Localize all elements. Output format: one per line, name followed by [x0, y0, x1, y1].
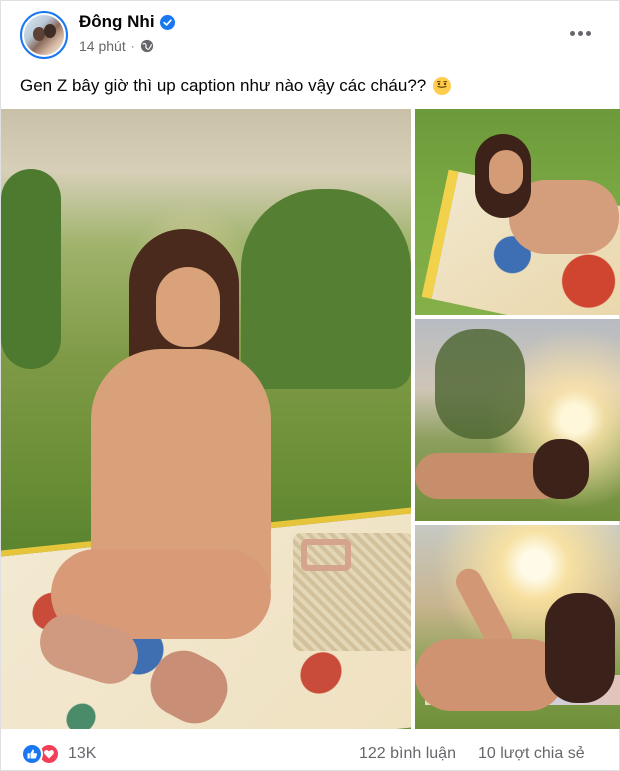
photo-person: [415, 439, 595, 509]
photo-person: [415, 564, 620, 725]
photo-kneeling-on-blanket[interactable]: [1, 109, 411, 729]
post-meta: 14 phút ·: [79, 38, 154, 54]
photo-person: [51, 229, 271, 639]
meta-separator: ·: [130, 39, 135, 53]
verified-badge-icon: [159, 14, 175, 30]
comments-count[interactable]: 122 bình luận: [359, 745, 456, 763]
like-icon: [21, 743, 43, 765]
photo-lying-on-blanket[interactable]: [415, 109, 620, 315]
author-avatar[interactable]: [20, 11, 68, 59]
photo-tree: [435, 329, 525, 439]
globe-icon[interactable]: [140, 39, 154, 53]
post-caption: Gen Z bây giờ thì up caption như nào vậy…: [20, 76, 452, 96]
photo-reclining-sunset[interactable]: [415, 319, 620, 521]
smiling-face-icon: [432, 76, 452, 96]
post-card: Đông Nhi 14 phút · Gen Z bây giờ thì up …: [0, 0, 620, 771]
author-row: Đông Nhi: [79, 12, 175, 32]
shares-count[interactable]: 10 lượt chia sẻ: [478, 745, 585, 763]
reactions-summary[interactable]: 13K: [21, 743, 96, 765]
author-name[interactable]: Đông Nhi: [79, 12, 155, 32]
post-time[interactable]: 14 phút: [79, 38, 126, 54]
caption-text: Gen Z bây giờ thì up caption như nào vậy…: [20, 76, 427, 95]
photo-bag-handle: [301, 539, 351, 571]
photo-bush-left: [1, 169, 61, 369]
avatar-image: [24, 15, 64, 55]
reaction-count: 13K: [68, 745, 97, 762]
photo-person: [469, 134, 619, 274]
photo-posing-sunburst[interactable]: [415, 525, 620, 729]
more-options-icon[interactable]: [567, 23, 593, 43]
